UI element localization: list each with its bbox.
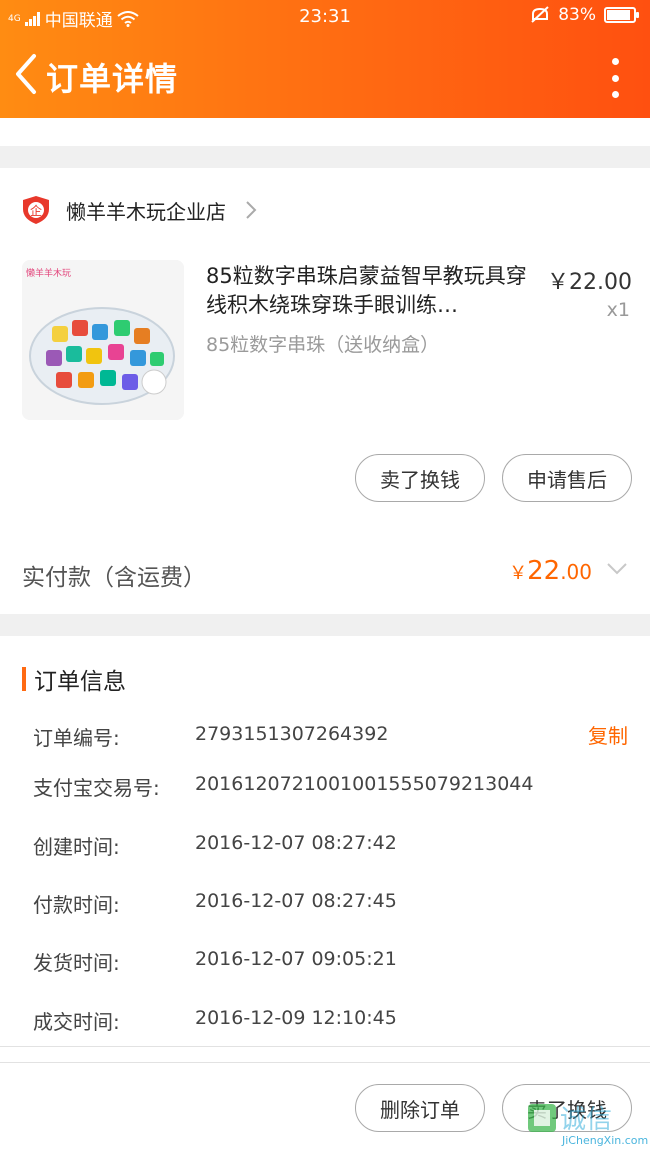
shipped-time-label: 发货时间: — [33, 951, 120, 975]
enterprise-shield-icon: 企 — [23, 196, 49, 224]
alipay-trade-value: 2016120721001001555079213044 — [195, 773, 534, 795]
mute-icon — [531, 6, 549, 23]
delete-order-button[interactable]: 删除订单 — [355, 1084, 485, 1132]
paid-time-label: 付款时间: — [33, 893, 120, 917]
product-image[interactable]: 懒羊羊木玩 — [22, 260, 184, 420]
order-number-value: 2793151307264392 — [195, 723, 389, 745]
product-sku: 85粒数字串珠（送收纳盒） — [206, 334, 440, 356]
order-info-title-text: 订单信息 — [34, 669, 126, 695]
alipay-trade-label: 支付宝交易号: — [33, 776, 160, 800]
paid-time-value: 2016-12-07 08:27:45 — [195, 890, 397, 912]
product-image-brand: 懒羊羊木玩 — [26, 267, 71, 279]
status-bar: 4G 中国联通 23:31 83% — [0, 0, 650, 34]
watermark-logo: 诚信 JiChengXin.com — [526, 1098, 648, 1148]
paid-label: 实付款（含运费） — [22, 565, 206, 591]
shop-row[interactable]: 企 懒羊羊木玩企业店 — [0, 188, 650, 232]
copy-button[interactable]: 复制 — [588, 720, 628, 749]
watermark-chars: 诚信 — [560, 1105, 612, 1135]
page-title: 订单详情 — [46, 60, 179, 98]
amount-decimal: .00 — [560, 560, 592, 584]
section-accent-bar — [22, 667, 26, 691]
created-time-label: 创建时间: — [33, 835, 120, 859]
product-price: ￥22.00 — [547, 270, 632, 295]
footer-divider — [0, 1062, 650, 1063]
created-time-value: 2016-12-07 08:27:42 — [195, 832, 397, 854]
shipped-time-value: 2016-12-07 09:05:21 — [195, 948, 397, 970]
currency-symbol: ￥ — [509, 563, 528, 584]
product-title[interactable]: 85粒数字串珠启蒙益智早教玩具穿线积木绕珠穿珠手眼训练… — [206, 262, 534, 320]
section-gap — [0, 614, 650, 636]
order-info-title: 订单信息 — [22, 662, 126, 696]
sell-for-cash-button[interactable]: 卖了换钱 — [355, 454, 485, 502]
chevron-left-icon[interactable] — [10, 52, 40, 96]
apply-after-sale-button[interactable]: 申请售后 — [502, 454, 632, 502]
section-gap — [0, 146, 650, 168]
battery-icon — [604, 7, 639, 23]
battery-percent: 83% — [558, 5, 596, 25]
more-vertical-icon[interactable] — [610, 58, 620, 98]
chevron-right-icon[interactable] — [244, 199, 258, 221]
completed-time-value: 2016-12-09 12:10:45 — [195, 1007, 397, 1029]
product-photo: 懒羊羊木玩 — [22, 260, 184, 420]
badge-text: 企 — [30, 203, 42, 218]
app-header: 订单详情 — [0, 34, 650, 118]
order-number-label: 订单编号: — [33, 726, 120, 750]
paid-amount: ￥22.00 — [509, 556, 592, 586]
product-quantity: x1 — [606, 299, 630, 321]
shop-name[interactable]: 懒羊羊木玩企业店 — [66, 196, 226, 225]
status-right: 83% — [530, 5, 639, 25]
chevron-down-icon[interactable] — [606, 562, 628, 576]
top-bar: 4G 中国联通 23:31 83% 订单详情 — [0, 0, 650, 118]
completed-time-label: 成交时间: — [33, 1010, 120, 1034]
watermark-text: JiChengXin.com — [562, 1134, 649, 1147]
divider — [0, 1046, 650, 1047]
amount-integer: 22 — [527, 556, 561, 586]
